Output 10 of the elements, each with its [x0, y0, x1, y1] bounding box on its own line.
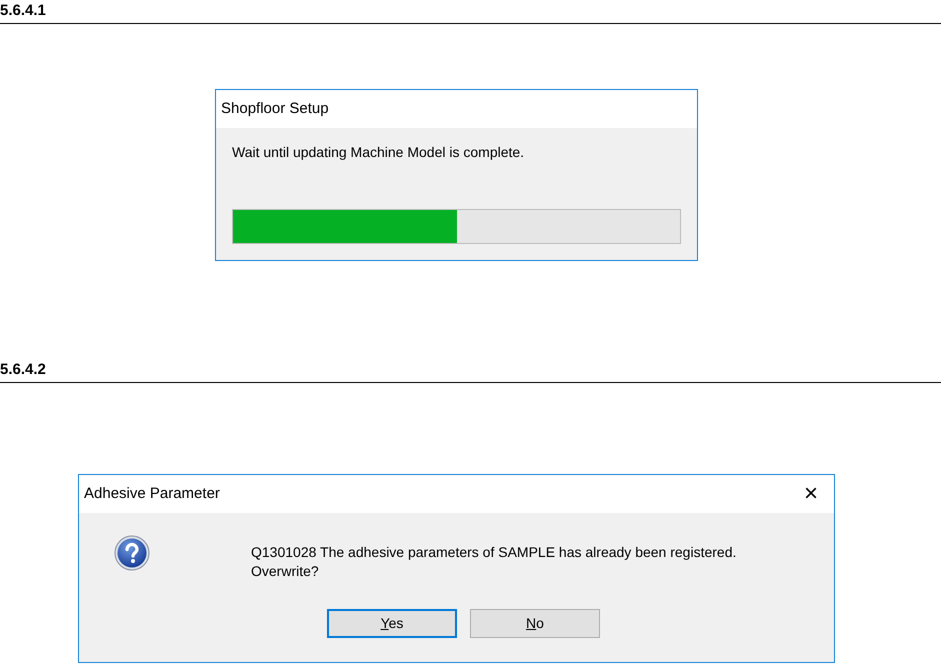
section-heading: 5.6.4.2 — [0, 360, 47, 379]
dialog-button[interactable]: No — [470, 609, 600, 638]
window-title: Shopfloor Setup — [221, 98, 329, 119]
window-title: Adhesive Parameter — [84, 484, 220, 504]
close-button[interactable]: × — [800, 482, 822, 506]
dialog-button[interactable]: Yes — [327, 609, 457, 638]
dialog-message: Wait until updating Machine Model is complete. — [232, 143, 526, 162]
dialog-message: Q1301028 The adhesive parameters of SAMPLE has already been registered. Overwrite? — [251, 543, 736, 581]
question-icon — [114, 535, 150, 571]
section-heading: 5.6.4.1 — [0, 1, 47, 20]
